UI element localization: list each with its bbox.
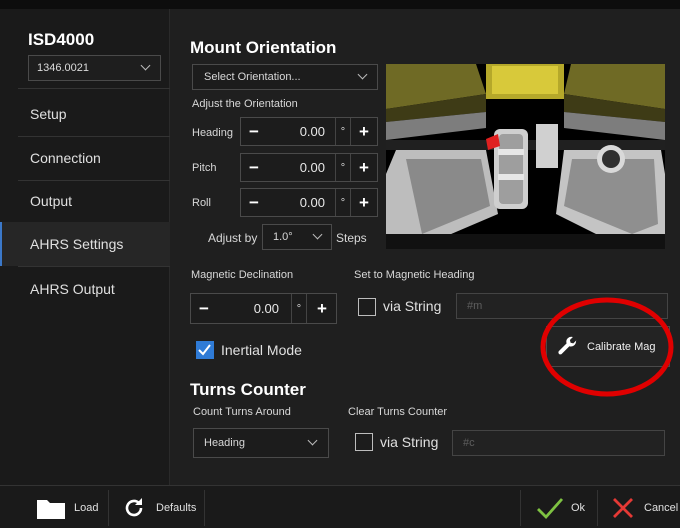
load-button[interactable]: Load (36, 486, 98, 528)
app-title: ISD4000 (28, 30, 95, 49)
ok-label: Ok (571, 501, 586, 514)
roll-value[interactable]: 0.00 (269, 189, 325, 216)
inertial-mode-label: Inertial Mode (221, 342, 302, 358)
checkmark-icon (537, 497, 564, 519)
orientation-3d-view (386, 64, 665, 249)
declination-unit: ° (291, 294, 307, 323)
orientation-select[interactable]: Select Orientation... (192, 64, 378, 90)
count-turns-around-label: Count Turns Around (193, 406, 291, 418)
toolbar-separator (204, 490, 205, 526)
magnetic-string-placeholder: #m (467, 300, 483, 312)
device-select-value: 1346.0021 (37, 62, 89, 74)
refresh-icon (125, 497, 143, 516)
toolbar-separator (597, 490, 598, 526)
inertial-mode-checkbox[interactable] (196, 341, 214, 359)
chevron-down-icon (357, 69, 368, 80)
count-turns-around-value: Heading (204, 437, 245, 449)
cancel-button[interactable]: Cancel (611, 486, 678, 528)
heading-unit: ° (335, 118, 351, 145)
count-turns-around-select[interactable]: Heading (193, 428, 329, 458)
folder-icon (37, 499, 65, 519)
chevron-down-icon (140, 60, 151, 71)
sidebar-item-label: Connection (30, 150, 101, 166)
magnetic-via-string-checkbox[interactable] (358, 298, 376, 316)
magnetic-via-string-label: via String (383, 298, 442, 314)
chevron-down-icon (312, 229, 323, 240)
adjust-by-label: Adjust by (208, 231, 258, 245)
adjust-by-value: 1.0° (273, 231, 293, 243)
defaults-button[interactable]: Defaults (122, 486, 196, 528)
heading-decrement-button[interactable]: − (241, 118, 267, 145)
mount-orientation-title: Mount Orientation (190, 38, 337, 57)
defaults-label: Defaults (156, 501, 197, 514)
annotation-circle (540, 297, 674, 397)
declination-value[interactable]: 0.00 (219, 294, 279, 323)
pitch-decrement-button[interactable]: − (241, 154, 267, 181)
roll-increment-button[interactable]: + (351, 189, 377, 216)
sidebar-divider (18, 88, 170, 89)
sidebar-item-ahrs-settings[interactable]: AHRS Settings (0, 222, 170, 266)
sidebar-item-label: Setup (30, 106, 67, 122)
adjust-orientation-label: Adjust the Orientation (192, 98, 298, 110)
turns-via-string-label: via String (380, 434, 439, 450)
orientation-select-placeholder: Select Orientation... (204, 71, 301, 83)
load-label: Load (74, 501, 99, 514)
pitch-value[interactable]: 0.00 (269, 154, 325, 181)
checkmark-icon (198, 344, 211, 356)
footer-toolbar: Load Defaults Ok Cancel (0, 485, 680, 528)
sidebar-item-label: Output (30, 193, 73, 209)
heading-label: Heading (192, 127, 233, 139)
sensor-model-render (386, 64, 665, 249)
pitch-increment-button[interactable]: + (351, 154, 377, 181)
declination-increment-button[interactable]: + (309, 294, 335, 323)
device-select[interactable]: 1346.0021 (28, 55, 161, 81)
pitch-stepper[interactable]: − 0.00 ° + (240, 153, 378, 182)
roll-decrement-button[interactable]: − (241, 189, 267, 216)
sidebar-item-setup[interactable]: Setup (0, 92, 170, 136)
roll-label: Roll (192, 197, 211, 209)
heading-value[interactable]: 0.00 (269, 118, 325, 145)
pitch-label: Pitch (192, 162, 217, 174)
steps-label: Steps (336, 231, 367, 245)
close-icon (613, 497, 633, 518)
sidebar-item-ahrs-output[interactable]: AHRS Output (0, 267, 170, 311)
sidebar-item-label: AHRS Output (30, 281, 115, 297)
toolbar-separator (520, 490, 521, 526)
turns-string-placeholder: #c (463, 437, 475, 449)
pitch-unit: ° (335, 154, 351, 181)
cancel-label: Cancel (644, 501, 679, 514)
declination-decrement-button[interactable]: − (191, 294, 217, 323)
set-magnetic-heading-label: Set to Magnetic Heading (354, 269, 475, 281)
sidebar-item-connection[interactable]: Connection (0, 136, 170, 180)
roll-unit: ° (335, 189, 351, 216)
sidebar-item-label: AHRS Settings (30, 236, 124, 252)
magnetic-declination-label: Magnetic Declination (191, 269, 294, 281)
chevron-down-icon (307, 435, 318, 446)
title-bar-strip (0, 0, 680, 9)
adjust-by-select[interactable]: 1.0° (262, 224, 332, 250)
roll-stepper[interactable]: − 0.00 ° + (240, 188, 378, 217)
declination-stepper[interactable]: − 0.00 ° + (190, 293, 337, 324)
toolbar-separator (108, 490, 109, 526)
ok-button[interactable]: Ok (536, 486, 585, 528)
sidebar-item-output[interactable]: Output (0, 179, 170, 223)
turns-string-input[interactable]: #c (452, 430, 665, 456)
turns-counter-title: Turns Counter (190, 380, 306, 399)
heading-increment-button[interactable]: + (351, 118, 377, 145)
clear-turns-counter-label: Clear Turns Counter (348, 406, 448, 418)
turns-via-string-checkbox[interactable] (355, 433, 373, 451)
heading-stepper[interactable]: − 0.00 ° + (240, 117, 378, 146)
